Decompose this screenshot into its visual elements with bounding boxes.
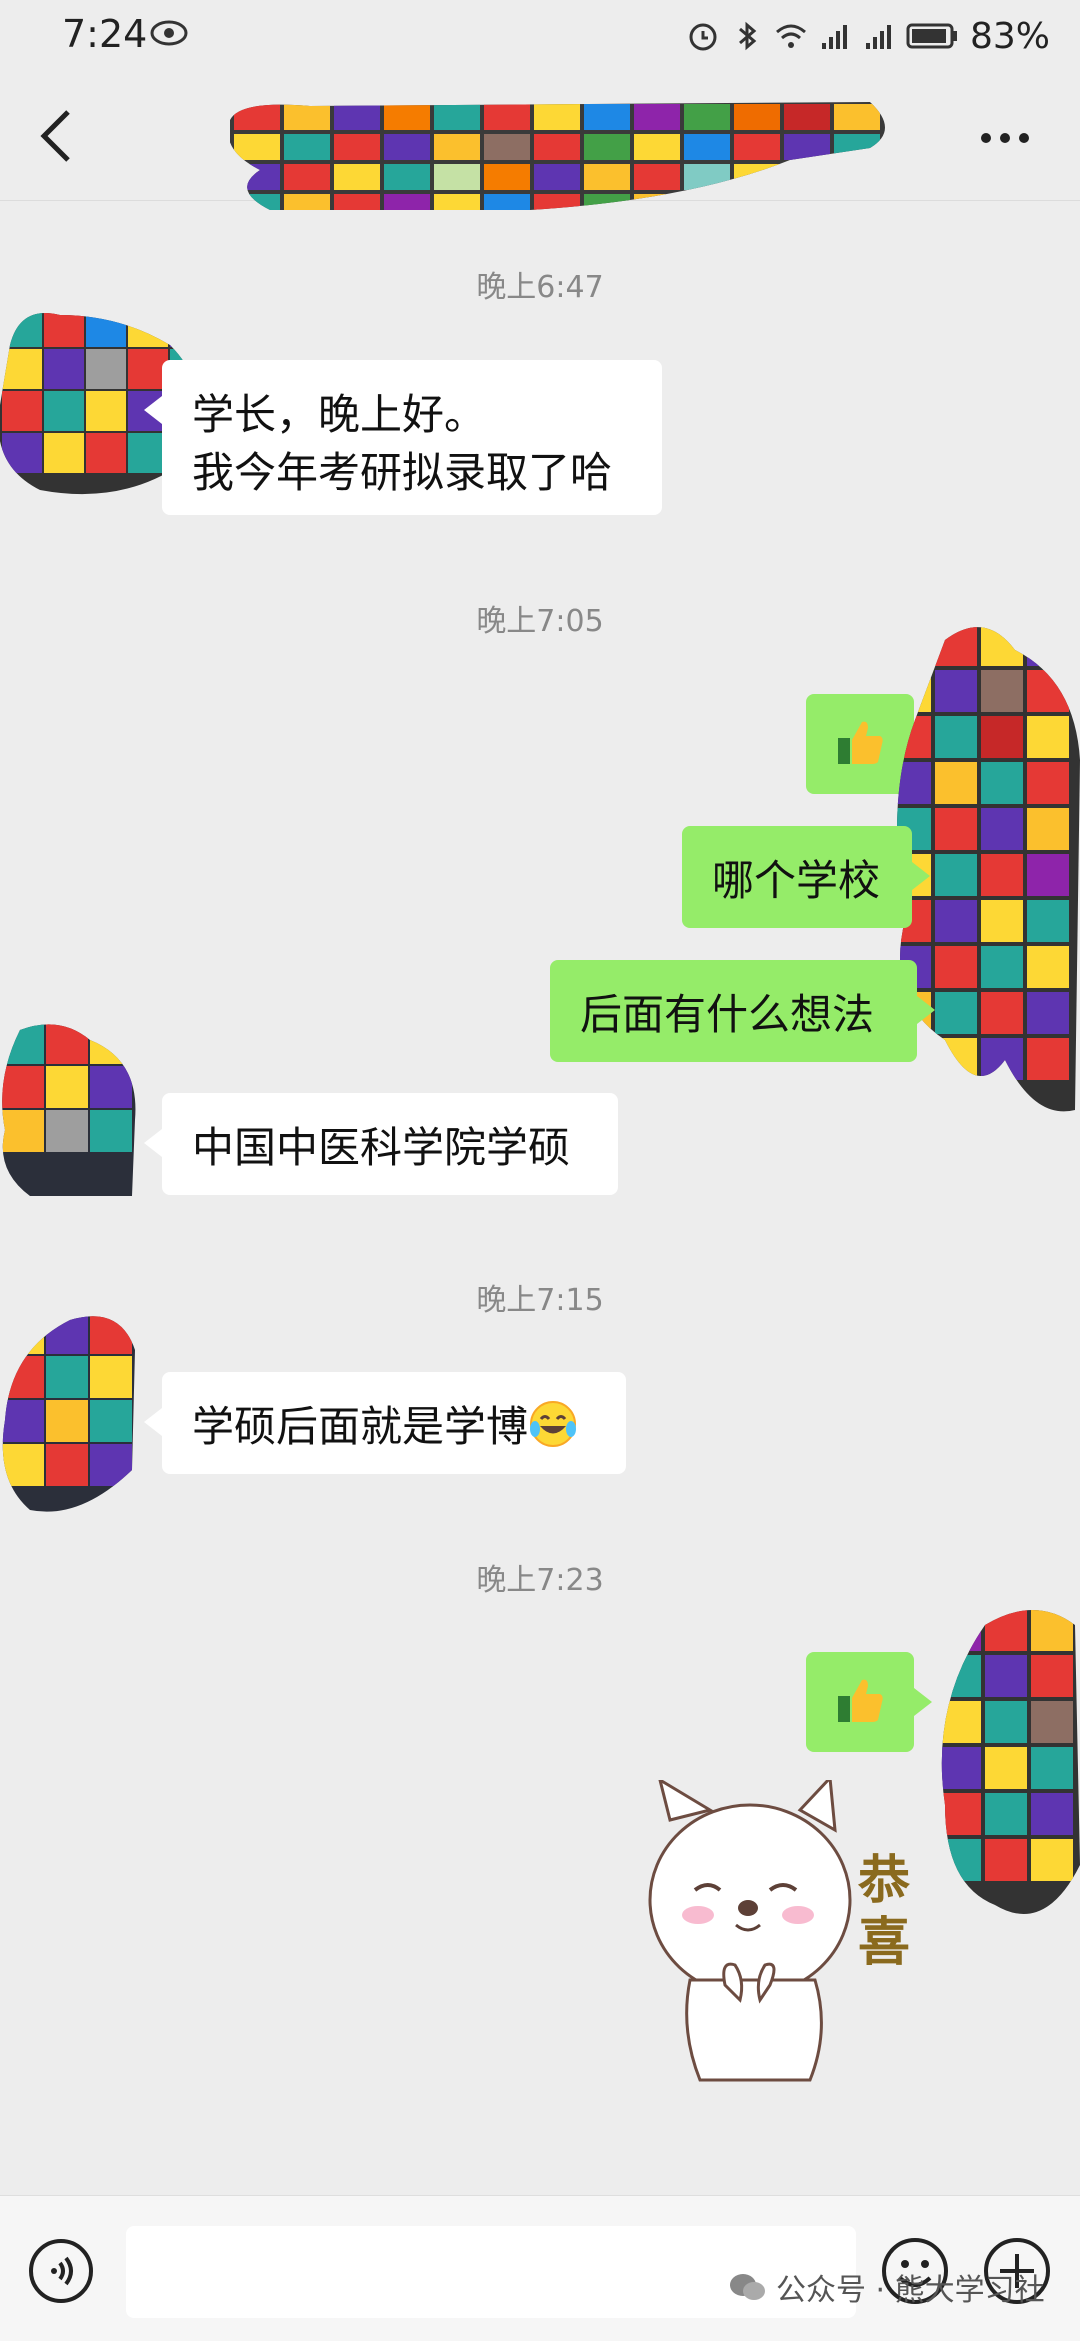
sticker-text: 恭喜 [858,1851,911,1973]
message-bubble-incoming[interactable]: 中国中医科学院学硕 [144,1093,618,1195]
timestamp: 晚上7:15 [476,1283,604,1318]
watermark-text: 公众号 · 熊大学习社 [776,2273,1045,2308]
eye-icon [150,20,188,46]
sticker-congrats[interactable]: 恭喜 [640,1780,940,2090]
chat-title-area [230,100,890,210]
signal-4g-icon [821,25,847,49]
chat-header [0,70,1080,210]
avatar-self[interactable] [935,1605,1080,1925]
more-options-icon[interactable] [980,132,1030,144]
message-text: 后面有什么想法 [580,990,875,1039]
bluetooth-icon [739,21,757,51]
message-bubble-incoming[interactable]: 学硕后面就是学博 [144,1372,626,1474]
message-text: 学长，晚上好。 [192,390,487,439]
voice-input-icon[interactable] [28,2238,94,2304]
message-bubble-outgoing[interactable]: 哪个学校 [682,826,930,928]
signal-4g-icon-2 [865,25,891,49]
status-time: 7:24 [62,12,148,56]
dog-sticker-icon [648,1780,852,2082]
avatar[interactable] [0,1310,140,1518]
wifi-icon [776,24,806,48]
battery-level: 83% [969,15,1050,57]
message-text: 哪个学校 [712,856,881,905]
message-text: 学硕后面就是学博 [192,1402,529,1451]
back-icon[interactable] [38,108,72,164]
alarm-icon [689,23,717,51]
status-bar: 7:24 83% [0,0,1080,70]
redacted-title-mosaic [230,102,885,210]
avatar[interactable] [0,1020,140,1198]
message-text: 我今年考研拟录取了哈 [192,448,613,497]
message-bubble-outgoing[interactable]: 后面有什么想法 [550,960,935,1062]
battery-icon [906,23,957,49]
timestamp: 晚上7:23 [476,1563,604,1598]
laughing-tears-emoji-icon [530,1401,577,1447]
wechat-official-account-icon [730,2274,765,2300]
watermark: 公众号 · 熊大学习社 [728,2265,1045,2309]
message-bubble-incoming[interactable]: 学长，晚上好。 我今年考研拟录取了哈 [144,360,662,515]
thumbs-up-icon [838,721,883,764]
timestamp: 晚上6:47 [476,270,604,305]
thumbs-up-icon [838,1679,883,1722]
message-text: 中国中医科学院学硕 [192,1123,571,1172]
message-bubble-outgoing[interactable] [806,1652,932,1752]
